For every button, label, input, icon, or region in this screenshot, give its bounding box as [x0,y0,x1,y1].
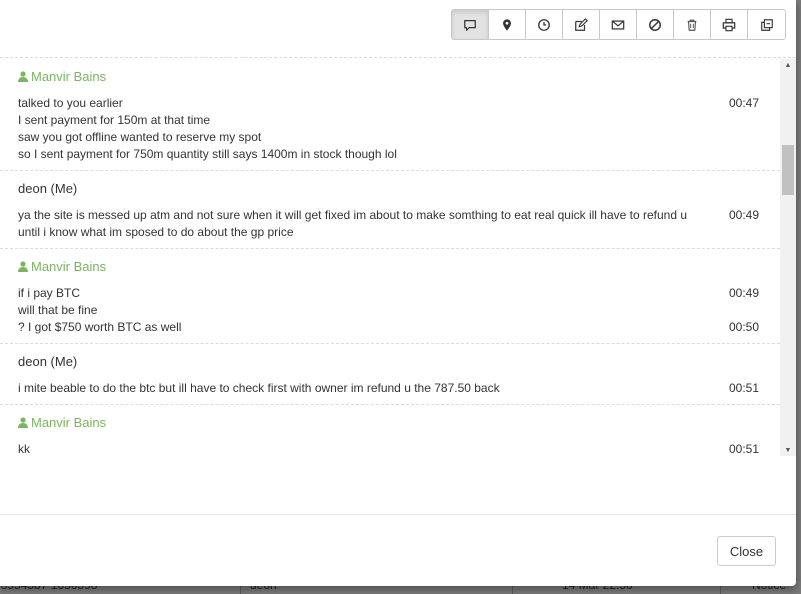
message-line: until i know what im sposed to do about … [18,225,294,239]
message-time: 00:51 [728,381,759,395]
message-line: will that be fine [18,303,98,317]
mail-icon [611,19,625,30]
print-button[interactable] [711,10,748,39]
sender-name: Manvir Bains [31,69,107,84]
scroll-down-arrow-icon[interactable]: ▼ [780,444,796,456]
chat-button[interactable] [452,10,489,39]
modal-footer-divider [0,514,796,515]
scroll-thumb[interactable] [782,145,794,195]
message-time: 00:49 [727,208,759,222]
message-line: if i pay BTC [18,286,81,300]
message-sender: Manvir Bains [18,415,106,430]
chat-message: deon (Me) i mite beable to do the btc bu… [0,344,780,405]
history-button[interactable] [526,10,563,39]
block-icon [649,18,661,31]
chat-message: Manvir Bains kk 00:51 [0,405,780,457]
message-time: 00:50 [728,320,759,334]
location-button[interactable] [489,10,526,39]
chat-message: Manvir Bains if i pay BTC will that be f… [0,249,780,344]
chat-transcript: Manvir Bains talked to you earlier I sen… [0,59,780,457]
chat-scrollbar[interactable]: ▲ ▼ [780,59,796,456]
copy-button[interactable] [748,10,785,39]
close-button[interactable]: Close [717,536,776,566]
message-line: i mite beable to do the btc but ill have… [18,381,500,395]
chat-message: deon (Me) ya the site is messed up atm a… [0,171,780,249]
sender-name: Manvir Bains [31,259,107,274]
copy-icon [760,18,773,31]
message-line: so I sent payment for 750m quantity stil… [18,147,397,161]
user-icon [18,417,28,428]
message-line: talked to you earlier [18,96,123,110]
message-line: I sent payment for 150m at that time [18,113,211,127]
clock-icon [538,18,550,31]
message-sender: deon (Me) [18,354,78,369]
message-sender: Manvir Bains [18,69,106,84]
email-button[interactable] [600,10,637,39]
edit-icon [575,17,588,31]
message-line: ya the site is messed up atm and not sur… [18,208,688,222]
delete-button[interactable] [674,10,711,39]
message-sender: Manvir Bains [18,259,106,274]
user-icon [18,71,28,82]
message-time: 00:51 [728,442,759,456]
user-icon [18,261,28,272]
trash-icon [687,19,697,31]
message-time: 00:49 [728,286,759,300]
message-line: kk [18,442,30,456]
message-line: saw you got offline wanted to reserve my… [18,130,262,144]
print-icon [722,18,736,31]
message-line: ? I got $750 worth BTC as well [18,320,182,334]
chat-icon [464,19,476,31]
action-toolbar [451,9,786,40]
sender-name: Manvir Bains [31,415,107,430]
modal-header [0,0,796,58]
message-sender: deon (Me) [18,181,78,196]
block-button[interactable] [637,10,674,39]
edit-button[interactable] [563,10,600,39]
chat-transcript-modal: Manvir Bains talked to you earlier I sen… [0,0,796,586]
map-pin-icon [503,18,511,31]
chat-message: Manvir Bains talked to you earlier I sen… [0,59,780,171]
message-time: 00:47 [728,96,759,110]
scroll-up-arrow-icon[interactable]: ▲ [780,59,796,71]
